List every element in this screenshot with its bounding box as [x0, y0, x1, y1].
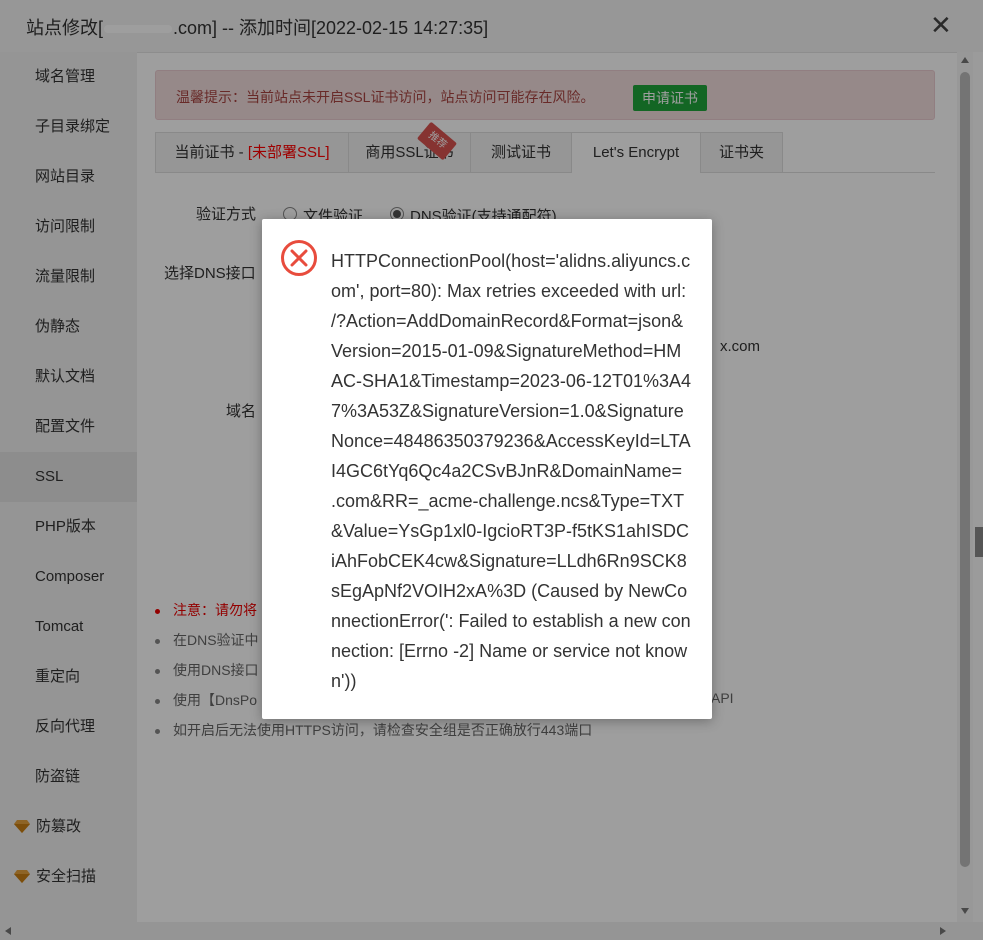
error-dialog: HTTPConnectionPool(host='alidns.aliyuncs…: [262, 219, 712, 719]
error-circle-icon: [281, 240, 317, 276]
error-message: HTTPConnectionPool(host='alidns.aliyuncs…: [331, 251, 692, 691]
